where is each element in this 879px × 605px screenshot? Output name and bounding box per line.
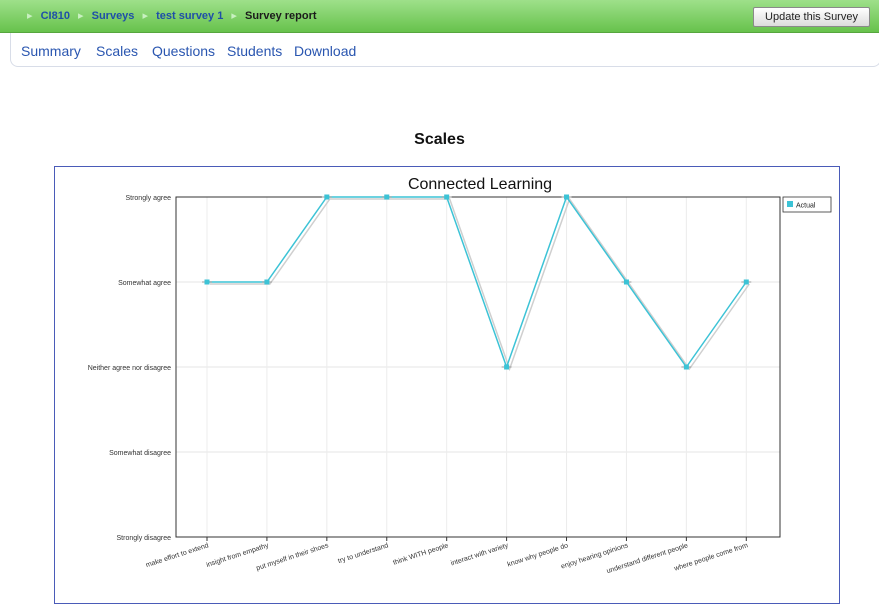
breadcrumb-course-link[interactable]: CI810 xyxy=(41,10,70,22)
tab-download[interactable]: Download xyxy=(294,43,356,59)
y-tick-label: Strongly agree xyxy=(125,195,171,202)
y-tick-label: Neither agree nor disagree xyxy=(88,365,171,372)
legend-swatch xyxy=(787,201,793,207)
chart-frame: Connected Learning Strongly disagree Somew… xyxy=(54,166,840,604)
tab-scales[interactable]: Scales xyxy=(96,43,138,59)
chart-title: Connected Learning xyxy=(408,176,552,193)
navbar: ▸ CI810 ▸ Surveys ▸ test survey 1 ▸ Surv… xyxy=(0,0,879,33)
breadcrumb-separator: ▸ xyxy=(27,10,33,22)
breadcrumb-current: Survey report xyxy=(245,10,317,22)
data-point xyxy=(504,364,510,370)
tab-summary[interactable]: Summary xyxy=(21,43,81,59)
x-tick-label: think WITH people xyxy=(392,542,449,566)
page-title: Scales xyxy=(414,131,465,148)
y-tick-label: Somewhat disagree xyxy=(109,450,171,457)
scales-chart: Connected Learning Strongly disagree Somew… xyxy=(88,176,832,575)
data-point xyxy=(264,279,270,285)
y-tick-label: Strongly disagree xyxy=(117,535,172,542)
data-point xyxy=(444,194,450,200)
data-point xyxy=(623,279,629,285)
data-point xyxy=(683,364,689,370)
tab-students[interactable]: Students xyxy=(227,43,282,59)
breadcrumb-separator: ▸ xyxy=(142,10,149,22)
tab-bar: Summary Scales Questions Students Downlo… xyxy=(10,33,879,67)
data-point xyxy=(564,194,570,200)
data-point xyxy=(204,279,210,285)
tab-questions[interactable]: Questions xyxy=(152,43,215,59)
series-line-shadow xyxy=(210,197,750,372)
data-point xyxy=(324,194,330,200)
breadcrumb: ▸ CI810 ▸ Surveys ▸ test survey 1 ▸ Surv… xyxy=(22,9,317,22)
y-tick-label: Somewhat agree xyxy=(118,280,171,287)
x-tick-label: try to understand xyxy=(337,542,389,565)
x-tick-label: make effort to extend xyxy=(145,542,210,569)
data-point xyxy=(743,279,749,285)
breadcrumb-separator: ▸ xyxy=(231,10,237,22)
legend-label: Actual xyxy=(796,203,816,210)
breadcrumb-separator: ▸ xyxy=(78,10,84,22)
update-survey-button[interactable]: Update this Survey xyxy=(753,7,870,27)
data-point xyxy=(384,194,390,200)
x-tick-label: interact with variety xyxy=(450,542,510,567)
breadcrumb-surveys-link[interactable]: Surveys xyxy=(92,10,135,22)
breadcrumb-survey-link[interactable]: test survey 1 xyxy=(156,10,223,22)
